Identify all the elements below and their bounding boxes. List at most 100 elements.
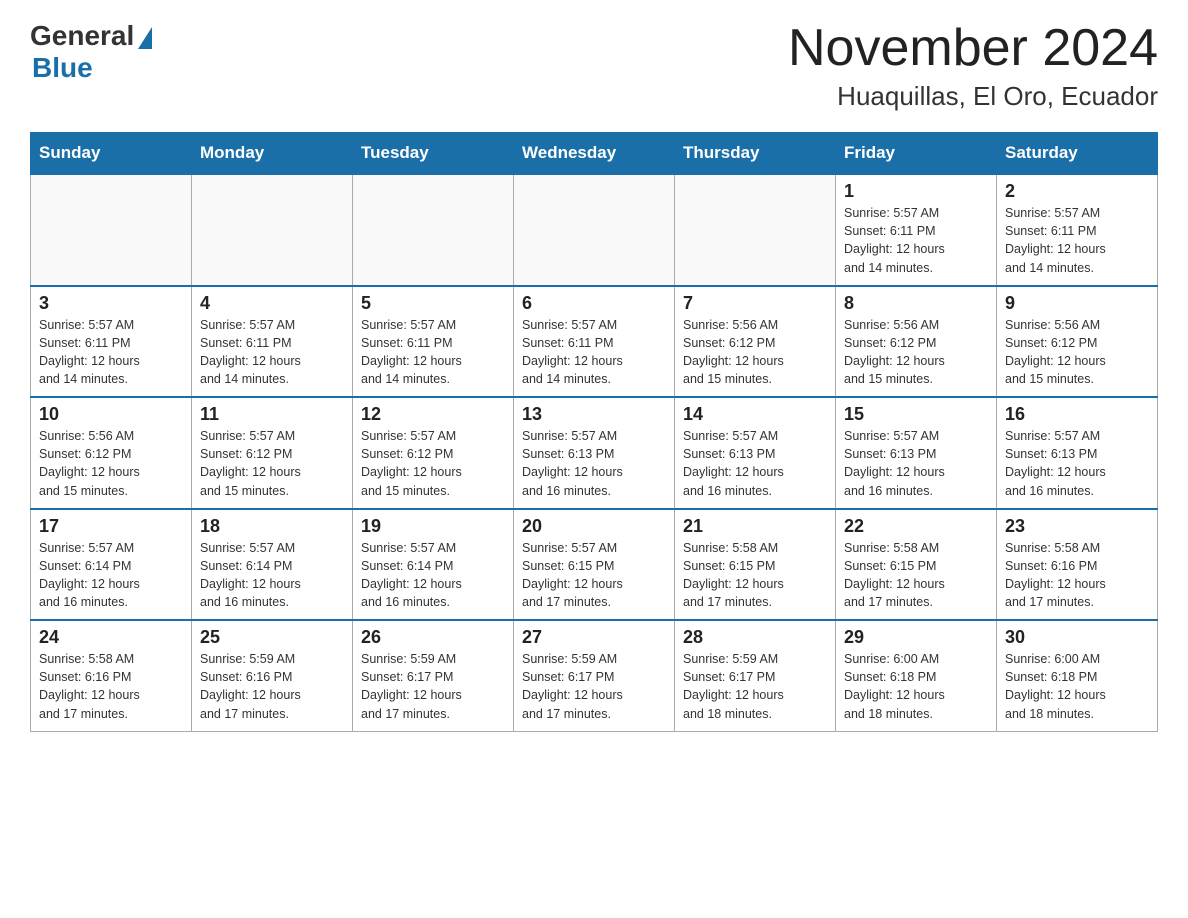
header-monday: Monday — [192, 133, 353, 175]
day-number: 5 — [361, 293, 505, 314]
header-saturday: Saturday — [997, 133, 1158, 175]
day-cell: 12Sunrise: 5:57 AMSunset: 6:12 PMDayligh… — [353, 397, 514, 509]
day-number: 21 — [683, 516, 827, 537]
header-friday: Friday — [836, 133, 997, 175]
day-number: 19 — [361, 516, 505, 537]
day-number: 11 — [200, 404, 344, 425]
day-info: Sunrise: 6:00 AMSunset: 6:18 PMDaylight:… — [1005, 650, 1149, 723]
day-number: 4 — [200, 293, 344, 314]
day-cell: 4Sunrise: 5:57 AMSunset: 6:11 PMDaylight… — [192, 286, 353, 398]
day-cell: 8Sunrise: 5:56 AMSunset: 6:12 PMDaylight… — [836, 286, 997, 398]
day-number: 1 — [844, 181, 988, 202]
day-info: Sunrise: 5:57 AMSunset: 6:14 PMDaylight:… — [39, 539, 183, 612]
day-cell: 23Sunrise: 5:58 AMSunset: 6:16 PMDayligh… — [997, 509, 1158, 621]
day-cell: 5Sunrise: 5:57 AMSunset: 6:11 PMDaylight… — [353, 286, 514, 398]
day-cell: 27Sunrise: 5:59 AMSunset: 6:17 PMDayligh… — [514, 620, 675, 731]
day-cell: 22Sunrise: 5:58 AMSunset: 6:15 PMDayligh… — [836, 509, 997, 621]
day-cell: 19Sunrise: 5:57 AMSunset: 6:14 PMDayligh… — [353, 509, 514, 621]
day-number: 2 — [1005, 181, 1149, 202]
day-number: 14 — [683, 404, 827, 425]
week-row-5: 24Sunrise: 5:58 AMSunset: 6:16 PMDayligh… — [31, 620, 1158, 731]
location-subtitle: Huaquillas, El Oro, Ecuador — [788, 81, 1158, 112]
header-sunday: Sunday — [31, 133, 192, 175]
day-cell — [31, 174, 192, 286]
logo-general-text: General — [30, 20, 134, 52]
day-cell: 11Sunrise: 5:57 AMSunset: 6:12 PMDayligh… — [192, 397, 353, 509]
page-header: General Blue November 2024 Huaquillas, E… — [30, 20, 1158, 112]
day-info: Sunrise: 5:59 AMSunset: 6:17 PMDaylight:… — [522, 650, 666, 723]
day-number: 15 — [844, 404, 988, 425]
day-cell: 6Sunrise: 5:57 AMSunset: 6:11 PMDaylight… — [514, 286, 675, 398]
day-cell: 14Sunrise: 5:57 AMSunset: 6:13 PMDayligh… — [675, 397, 836, 509]
day-number: 27 — [522, 627, 666, 648]
day-number: 3 — [39, 293, 183, 314]
day-number: 28 — [683, 627, 827, 648]
day-cell: 28Sunrise: 5:59 AMSunset: 6:17 PMDayligh… — [675, 620, 836, 731]
day-cell: 25Sunrise: 5:59 AMSunset: 6:16 PMDayligh… — [192, 620, 353, 731]
day-info: Sunrise: 5:56 AMSunset: 6:12 PMDaylight:… — [1005, 316, 1149, 389]
day-info: Sunrise: 5:57 AMSunset: 6:13 PMDaylight:… — [844, 427, 988, 500]
day-info: Sunrise: 5:57 AMSunset: 6:11 PMDaylight:… — [1005, 204, 1149, 277]
day-info: Sunrise: 5:57 AMSunset: 6:13 PMDaylight:… — [683, 427, 827, 500]
day-cell — [192, 174, 353, 286]
day-cell — [353, 174, 514, 286]
week-row-1: 1Sunrise: 5:57 AMSunset: 6:11 PMDaylight… — [31, 174, 1158, 286]
title-block: November 2024 Huaquillas, El Oro, Ecuado… — [788, 20, 1158, 112]
day-number: 24 — [39, 627, 183, 648]
day-number: 6 — [522, 293, 666, 314]
logo-triangle-icon — [138, 27, 152, 49]
day-info: Sunrise: 5:58 AMSunset: 6:16 PMDaylight:… — [1005, 539, 1149, 612]
day-number: 18 — [200, 516, 344, 537]
week-row-3: 10Sunrise: 5:56 AMSunset: 6:12 PMDayligh… — [31, 397, 1158, 509]
day-number: 10 — [39, 404, 183, 425]
day-info: Sunrise: 5:57 AMSunset: 6:14 PMDaylight:… — [361, 539, 505, 612]
day-info: Sunrise: 5:57 AMSunset: 6:11 PMDaylight:… — [200, 316, 344, 389]
day-number: 9 — [1005, 293, 1149, 314]
day-info: Sunrise: 5:57 AMSunset: 6:15 PMDaylight:… — [522, 539, 666, 612]
day-number: 20 — [522, 516, 666, 537]
day-info: Sunrise: 5:57 AMSunset: 6:11 PMDaylight:… — [39, 316, 183, 389]
day-number: 30 — [1005, 627, 1149, 648]
day-info: Sunrise: 5:58 AMSunset: 6:16 PMDaylight:… — [39, 650, 183, 723]
day-cell: 18Sunrise: 5:57 AMSunset: 6:14 PMDayligh… — [192, 509, 353, 621]
day-number: 16 — [1005, 404, 1149, 425]
header-wednesday: Wednesday — [514, 133, 675, 175]
day-cell: 29Sunrise: 6:00 AMSunset: 6:18 PMDayligh… — [836, 620, 997, 731]
day-cell: 17Sunrise: 5:57 AMSunset: 6:14 PMDayligh… — [31, 509, 192, 621]
week-row-2: 3Sunrise: 5:57 AMSunset: 6:11 PMDaylight… — [31, 286, 1158, 398]
day-info: Sunrise: 5:56 AMSunset: 6:12 PMDaylight:… — [39, 427, 183, 500]
day-number: 22 — [844, 516, 988, 537]
day-info: Sunrise: 5:57 AMSunset: 6:11 PMDaylight:… — [522, 316, 666, 389]
day-number: 26 — [361, 627, 505, 648]
day-cell: 2Sunrise: 5:57 AMSunset: 6:11 PMDaylight… — [997, 174, 1158, 286]
day-cell: 16Sunrise: 5:57 AMSunset: 6:13 PMDayligh… — [997, 397, 1158, 509]
day-info: Sunrise: 5:58 AMSunset: 6:15 PMDaylight:… — [844, 539, 988, 612]
day-info: Sunrise: 5:59 AMSunset: 6:17 PMDaylight:… — [683, 650, 827, 723]
day-info: Sunrise: 5:57 AMSunset: 6:13 PMDaylight:… — [1005, 427, 1149, 500]
header-thursday: Thursday — [675, 133, 836, 175]
day-cell: 1Sunrise: 5:57 AMSunset: 6:11 PMDaylight… — [836, 174, 997, 286]
day-number: 12 — [361, 404, 505, 425]
logo: General Blue — [30, 20, 152, 84]
day-cell: 24Sunrise: 5:58 AMSunset: 6:16 PMDayligh… — [31, 620, 192, 731]
day-cell: 10Sunrise: 5:56 AMSunset: 6:12 PMDayligh… — [31, 397, 192, 509]
day-info: Sunrise: 5:57 AMSunset: 6:14 PMDaylight:… — [200, 539, 344, 612]
calendar-table: Sunday Monday Tuesday Wednesday Thursday… — [30, 132, 1158, 732]
header-tuesday: Tuesday — [353, 133, 514, 175]
day-info: Sunrise: 6:00 AMSunset: 6:18 PMDaylight:… — [844, 650, 988, 723]
day-cell: 15Sunrise: 5:57 AMSunset: 6:13 PMDayligh… — [836, 397, 997, 509]
day-cell: 7Sunrise: 5:56 AMSunset: 6:12 PMDaylight… — [675, 286, 836, 398]
logo-blue-text: Blue — [32, 52, 93, 84]
day-info: Sunrise: 5:57 AMSunset: 6:11 PMDaylight:… — [361, 316, 505, 389]
day-info: Sunrise: 5:57 AMSunset: 6:11 PMDaylight:… — [844, 204, 988, 277]
day-number: 13 — [522, 404, 666, 425]
day-info: Sunrise: 5:56 AMSunset: 6:12 PMDaylight:… — [683, 316, 827, 389]
day-cell: 30Sunrise: 6:00 AMSunset: 6:18 PMDayligh… — [997, 620, 1158, 731]
day-info: Sunrise: 5:58 AMSunset: 6:15 PMDaylight:… — [683, 539, 827, 612]
day-cell: 20Sunrise: 5:57 AMSunset: 6:15 PMDayligh… — [514, 509, 675, 621]
day-info: Sunrise: 5:57 AMSunset: 6:12 PMDaylight:… — [361, 427, 505, 500]
day-info: Sunrise: 5:57 AMSunset: 6:13 PMDaylight:… — [522, 427, 666, 500]
week-row-4: 17Sunrise: 5:57 AMSunset: 6:14 PMDayligh… — [31, 509, 1158, 621]
day-info: Sunrise: 5:57 AMSunset: 6:12 PMDaylight:… — [200, 427, 344, 500]
day-cell: 26Sunrise: 5:59 AMSunset: 6:17 PMDayligh… — [353, 620, 514, 731]
